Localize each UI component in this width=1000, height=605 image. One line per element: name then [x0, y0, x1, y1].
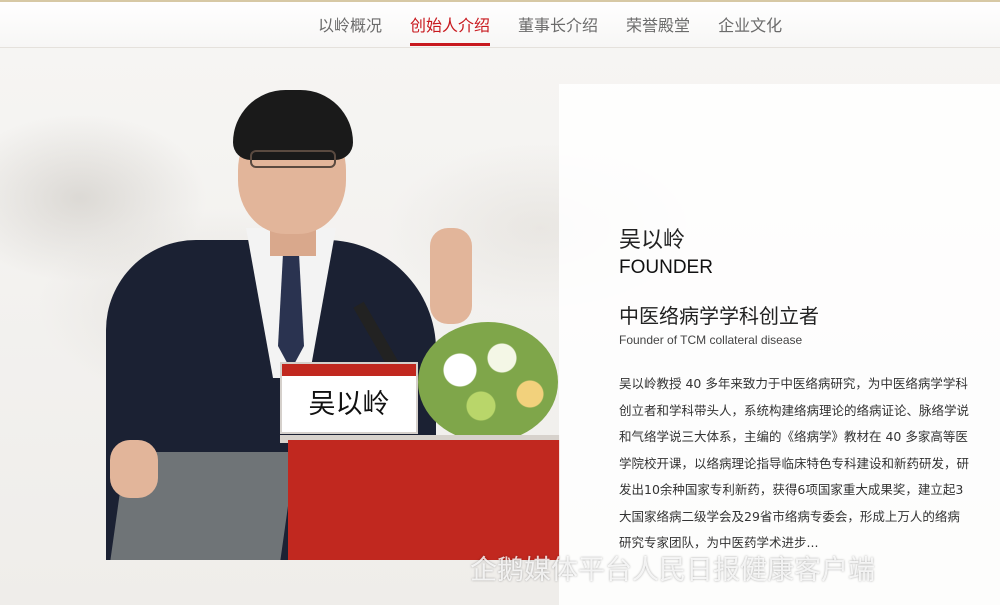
founder-bio: 吴以岭教授 40 多年来致力于中医络病研究，为中医络病学学科创立者和学科带头人，… — [619, 376, 970, 550]
photo-raised-hand — [430, 228, 472, 324]
profile-panel: 吴以岭 FOUNDER 中医络病学学科创立者 Founder of TCM co… — [559, 84, 1000, 605]
founder-role-en: Founder of TCM collateral disease — [619, 333, 803, 347]
nameplate-header-bar — [282, 364, 416, 376]
watermark: 企鹅媒体平台人民日报健康客户端 — [470, 555, 875, 586]
flower-arrangement — [418, 322, 558, 442]
nameplate: 吴以岭 — [280, 362, 418, 434]
founder-name-cn: 吴以岭 — [619, 228, 686, 253]
nav-item-founder[interactable]: 创始人介绍 — [410, 14, 491, 46]
top-navigation: 以岭概况 创始人介绍 董事长介绍 荣誉殿堂 企业文化 — [0, 0, 1000, 48]
founder-photo: 吴以岭 — [100, 90, 560, 560]
photo-podium-front — [288, 440, 560, 560]
founder-title-en: FOUNDER — [619, 257, 713, 278]
nameplate-text: 吴以岭 — [308, 389, 390, 420]
photo-left-hand — [110, 440, 158, 498]
nav-item-chairman[interactable]: 董事长介绍 — [518, 14, 598, 44]
founder-role-cn: 中医络病学学科创立者 — [619, 304, 819, 328]
photo-glasses — [250, 150, 336, 168]
nav-item-honors[interactable]: 荣誉殿堂 — [626, 14, 690, 44]
nav-menu: 以岭概况 创始人介绍 董事长介绍 荣誉殿堂 企业文化 — [318, 14, 810, 46]
nav-item-overview[interactable]: 以岭概况 — [318, 14, 382, 44]
nav-item-culture[interactable]: 企业文化 — [718, 14, 782, 44]
